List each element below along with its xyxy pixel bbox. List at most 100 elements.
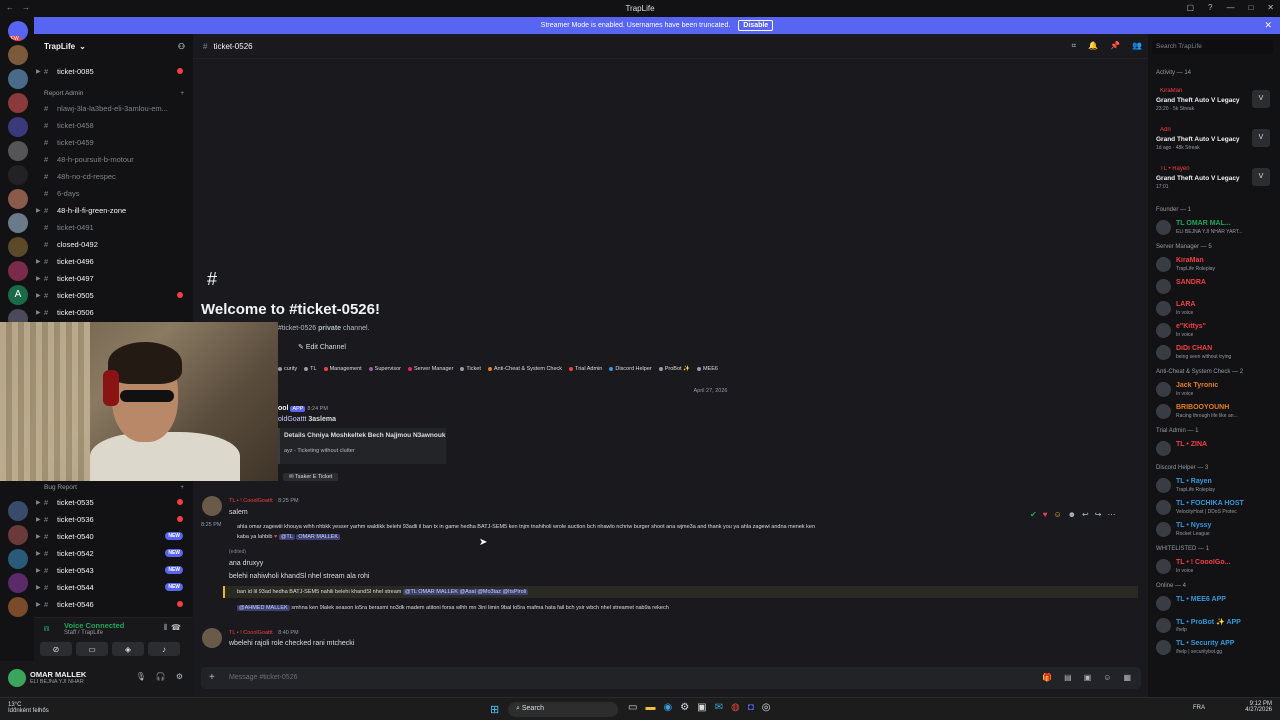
member-item[interactable]: TL • MEE6 APP	[1156, 594, 1278, 614]
minimize-button[interactable]: —	[1226, 3, 1234, 12]
channel-item[interactable]: #48h-no-cd-respec	[34, 169, 193, 183]
activity-card[interactable]: KiraMan Grand Theft Auto V Legacy 23:20 · …	[1156, 88, 1278, 124]
server-icon[interactable]	[8, 525, 28, 545]
role-tag[interactable]: Supervisor	[368, 366, 401, 372]
server-header[interactable]: TrapLife ⌄ ⚇	[34, 34, 193, 59]
check-reaction-icon[interactable]: ✔	[1030, 510, 1037, 519]
channel-item[interactable]: # closed-0492	[34, 237, 193, 251]
reply-icon[interactable]: ↩	[1082, 510, 1089, 519]
activity-card[interactable]: TL • Rayen Grand Theft Auto V Legacy 17:01…	[1156, 166, 1278, 202]
channel-item[interactable]: ▶ # ticket-0506	[34, 305, 193, 319]
role-tag[interactable]: MEE6	[696, 366, 718, 372]
gear-icon[interactable]: ⚙	[176, 672, 183, 681]
windows-start-icon[interactable]: ⊞	[490, 703, 502, 716]
emoji-icon[interactable]: ☺	[1103, 673, 1111, 682]
camera-off-button[interactable]: ⊘	[40, 642, 72, 656]
username[interactable]: OMAR MALLEK	[30, 670, 86, 679]
member-item[interactable]: TL • Rayen TrapLife Roleplay	[1156, 476, 1278, 496]
members-icon[interactable]: 👥	[1132, 41, 1142, 51]
member-item[interactable]: TL • Nyssy Rocket League	[1156, 520, 1278, 540]
server-icon[interactable]	[8, 261, 28, 281]
server-icon[interactable]	[8, 501, 28, 521]
channel-item[interactable]: ▶ # ticket-0536	[34, 512, 193, 526]
server-icon[interactable]	[8, 237, 28, 257]
member-item[interactable]: TL • ProBot ✨ APP/help	[1156, 616, 1278, 636]
mic-icon[interactable]: 🎙	[136, 672, 146, 681]
settings-app-icon[interactable]: ⚙	[680, 702, 689, 713]
channel-item[interactable]: ▶ #48-h-ill-fi-green-zone	[34, 203, 193, 217]
forward-icon[interactable]: ↪	[1095, 510, 1102, 519]
member-item[interactable]: TL OMAR MAL... ELI BEJNA YJI NHAR YART...	[1156, 218, 1278, 238]
close-banner-icon[interactable]: ✕	[1264, 20, 1272, 31]
close-window-button[interactable]: ✕	[1267, 3, 1274, 12]
channel-item[interactable]: ▶ # ticket-0546	[34, 597, 193, 611]
taskbar-search[interactable]: ⌕ Search	[508, 702, 618, 717]
edge-icon[interactable]: ◉	[663, 702, 672, 713]
laugh-reaction-icon[interactable]: ☺	[1053, 510, 1061, 519]
create-ticket-button[interactable]: ✉ Tsaker E Ticket	[283, 473, 339, 481]
forward-arrow-icon[interactable]: →	[22, 3, 30, 12]
message-author[interactable]: TL • ! CooolGoattt	[229, 498, 273, 504]
screen-share-button[interactable]: ▭	[76, 642, 108, 656]
category-bug-report[interactable]: Bug Report +	[44, 484, 184, 491]
mail-icon[interactable]: ✉	[715, 702, 723, 713]
noise-suppression-icon[interactable]: ⫴	[164, 623, 167, 633]
add-channel-icon[interactable]: +	[180, 90, 184, 97]
add-reaction-icon[interactable]: ☻	[1068, 510, 1076, 519]
add-member-icon[interactable]: ⚇	[178, 42, 185, 51]
language-indicator[interactable]: FRA	[1193, 705, 1205, 711]
server-icon[interactable]	[8, 189, 28, 209]
role-tag[interactable]: TL	[304, 366, 317, 372]
search-input[interactable]: Search TrapLife	[1152, 40, 1273, 54]
channel-item[interactable]: ▶ # ticket-0505	[34, 288, 193, 302]
channel-item[interactable]: # ticket-0491	[34, 220, 193, 234]
disable-streamer-button[interactable]: Disable	[738, 20, 774, 31]
channel-item[interactable]: #48-h-poursuit-b-motour	[34, 152, 193, 166]
file-explorer-icon[interactable]: ▬	[645, 702, 655, 713]
member-item[interactable]: LARA In voice	[1156, 299, 1278, 319]
mention[interactable]: @TL	[278, 534, 295, 540]
message-author[interactable]: TL • ! CooolGoattt	[229, 630, 273, 636]
gift-icon[interactable]: 🎁	[1042, 673, 1052, 682]
server-icon[interactable]	[8, 93, 28, 113]
role-tag[interactable]: Discord Helper	[609, 366, 652, 372]
member-item[interactable]: TL • ZINA	[1156, 439, 1278, 459]
member-item[interactable]: SANDRA	[1156, 277, 1278, 297]
member-item[interactable]: TL • FOCHIKA HOST VelocityHost | DDoS Pro…	[1156, 498, 1278, 518]
channel-item[interactable]: ▶ # ticket-0540 NEW	[34, 529, 193, 543]
channel-item[interactable]: ▶ # ticket-0542 NEW	[34, 546, 193, 560]
channel-item[interactable]: #6-days	[34, 186, 193, 200]
mention[interactable]: @AHMED MALLEK	[237, 605, 290, 611]
channel-item[interactable]: ▶ # ticket-0544 NEW	[34, 580, 193, 594]
bot-name[interactable]: ool	[278, 405, 289, 412]
member-item[interactable]: TL • ! CooolGo... In voice	[1156, 557, 1278, 577]
role-tag[interactable]: curity	[278, 366, 297, 372]
role-tag[interactable]: Ticket	[460, 366, 481, 372]
server-icon[interactable]	[8, 597, 28, 617]
system-clock[interactable]: 9:12 PM 4/27/2026	[1245, 701, 1272, 713]
chrome-icon[interactable]: ◍	[731, 702, 740, 713]
weather-widget[interactable]: 13°C Időnként felhős	[8, 702, 49, 714]
server-icon[interactable]	[8, 45, 28, 65]
category-report-admin[interactable]: Report Admin +	[44, 90, 184, 97]
role-tag[interactable]: Server Manager	[407, 366, 453, 372]
pin-icon[interactable]: 📌	[1110, 41, 1120, 51]
server-icon[interactable]: A	[8, 285, 28, 305]
bell-icon[interactable]: 🔔	[1088, 41, 1098, 51]
obs-icon[interactable]: ◎	[762, 702, 771, 713]
server-icon[interactable]	[8, 213, 28, 233]
channel-item[interactable]: ▶ # ticket-0535	[34, 495, 193, 509]
back-arrow-icon[interactable]: ←	[6, 3, 14, 12]
discord-taskbar-icon[interactable]: ◘	[748, 702, 754, 713]
role-tag[interactable]: ProBot ✨	[658, 366, 690, 372]
channel-item[interactable]: # ticket-0458	[34, 118, 193, 132]
member-item[interactable]: e"Kittys" In voice	[1156, 321, 1278, 341]
member-item[interactable]: DiDi CHAN being seen without trying	[1156, 343, 1278, 363]
maximize-button[interactable]: □	[1248, 3, 1253, 12]
avatar[interactable]	[202, 496, 222, 516]
mention[interactable]: OMAR MALLEK	[296, 534, 341, 540]
server-icon[interactable]: NEW	[8, 21, 28, 41]
gif-icon[interactable]: ▤	[1064, 673, 1072, 682]
soundboard-button[interactable]: ♪	[148, 642, 180, 656]
add-attachment-icon[interactable]: +	[209, 672, 215, 683]
